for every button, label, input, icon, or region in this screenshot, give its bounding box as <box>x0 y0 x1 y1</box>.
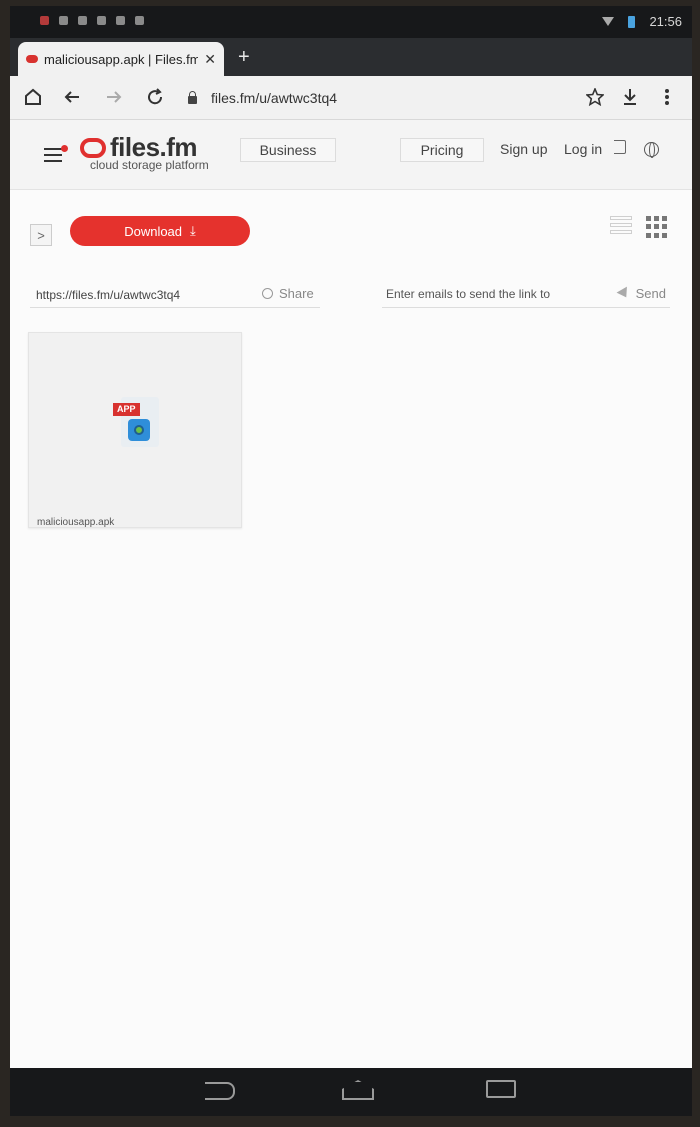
web-page: files.fm cloud storage platform Business… <box>10 120 692 1068</box>
hamburger-menu-icon[interactable] <box>44 145 68 162</box>
pricing-button[interactable]: Pricing <box>400 138 484 162</box>
lock-icon <box>188 91 197 104</box>
usb-icon <box>97 16 106 25</box>
sidebar-toggle-button[interactable]: > <box>30 224 52 246</box>
forward-icon[interactable] <box>106 89 122 105</box>
tab-title: maliciousapp.apk | Files.fm <box>44 51 199 67</box>
home-icon[interactable] <box>24 88 42 106</box>
star-icon[interactable] <box>586 88 604 106</box>
browser-tab[interactable]: maliciousapp.apk | Files.fm ✕ <box>18 42 224 76</box>
file-name: maliciousapp.apk <box>37 517 115 528</box>
url-text: files.fm/u/awtwc3tq4 <box>211 90 338 106</box>
grid-view-icon[interactable] <box>646 216 668 238</box>
login-icon[interactable] <box>614 140 626 154</box>
tab-strip: maliciousapp.apk | Files.fm ✕ + <box>10 38 692 76</box>
settings-icon <box>116 16 125 25</box>
download-button[interactable]: Download ⤓ <box>70 216 250 246</box>
notification-icons <box>40 16 144 25</box>
warning-icon <box>78 16 87 25</box>
address-bar[interactable]: files.fm/u/awtwc3tq4 <box>176 82 576 114</box>
nav-back-icon[interactable] <box>205 1082 235 1100</box>
apk-file-icon: APP <box>113 395 161 449</box>
browser-toolbar: files.fm/u/awtwc3tq4 <box>10 76 692 120</box>
new-tab-button[interactable]: + <box>238 46 250 69</box>
back-icon[interactable] <box>64 89 80 105</box>
download-icon[interactable] <box>622 88 638 106</box>
send-icon <box>616 286 632 301</box>
close-tab-icon[interactable]: ✕ <box>204 51 216 68</box>
notification-dot <box>61 145 68 152</box>
android-nav-bar <box>10 1068 692 1116</box>
reload-icon[interactable] <box>146 88 164 106</box>
send-button[interactable]: Send <box>616 286 666 301</box>
share-button[interactable]: Share <box>262 286 314 301</box>
device-screen: 21:56 maliciousapp.apk | Files.fm ✕ + fi… <box>10 6 692 1116</box>
business-button[interactable]: Business <box>240 138 336 162</box>
image-icon <box>135 16 144 25</box>
notification-icon <box>59 16 68 25</box>
download-label: Download <box>124 223 183 239</box>
clock: 21:56 <box>649 14 682 29</box>
favicon-icon <box>26 55 38 63</box>
login-link[interactable]: Log in <box>564 141 602 157</box>
globe-icon[interactable] <box>644 142 659 158</box>
wifi-icon <box>602 17 615 26</box>
notification-icon <box>40 16 49 25</box>
list-view-icon[interactable] <box>610 216 632 236</box>
menu-kebab-icon[interactable] <box>664 88 670 106</box>
file-type-badge: APP <box>113 403 140 416</box>
email-input[interactable] <box>386 283 604 305</box>
logo-icon <box>80 137 106 158</box>
app-icon <box>128 419 150 441</box>
share-icon <box>262 288 273 299</box>
nav-recents-icon[interactable] <box>486 1080 516 1098</box>
send-label: Send <box>635 286 666 301</box>
site-header: files.fm cloud storage platform Business… <box>10 120 692 190</box>
share-link-field[interactable]: https://files.fm/u/awtwc3tq4 Share <box>30 278 320 308</box>
download-arrow-icon: ⤓ <box>190 223 196 238</box>
share-link-url: https://files.fm/u/awtwc3tq4 <box>36 288 181 302</box>
nav-home-icon[interactable] <box>342 1080 374 1100</box>
file-card[interactable]: APP maliciousapp.apk <box>28 332 242 528</box>
battery-icon <box>628 15 636 28</box>
signup-link[interactable]: Sign up <box>500 141 547 157</box>
email-share-field: Send <box>382 278 670 308</box>
logo-subtitle: cloud storage platform <box>90 158 209 172</box>
share-label: Share <box>279 286 314 301</box>
status-bar: 21:56 <box>10 6 692 38</box>
